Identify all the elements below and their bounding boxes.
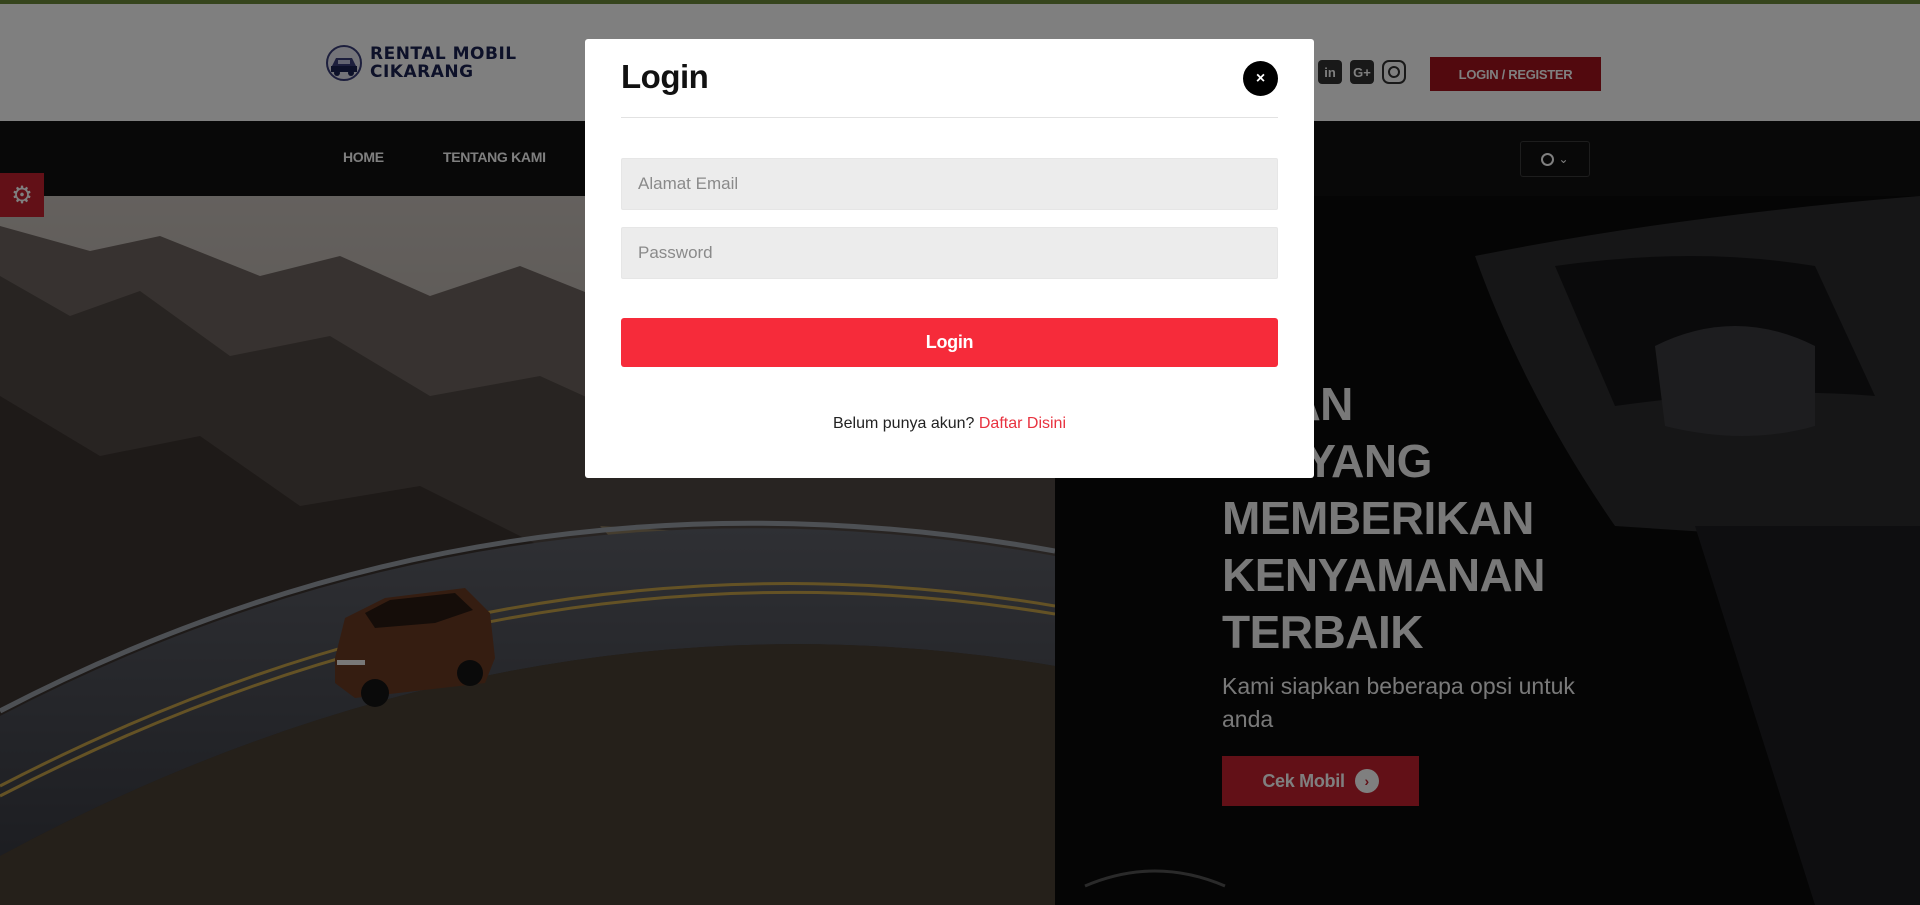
signup-link[interactable]: Daftar Disini <box>979 415 1066 432</box>
login-submit-button[interactable]: Login <box>621 318 1278 367</box>
close-icon[interactable]: × <box>1243 61 1278 96</box>
signup-prompt: Belum punya akun? Daftar Disini <box>585 415 1314 433</box>
signup-prompt-text: Belum punya akun? <box>832 415 975 432</box>
email-field[interactable] <box>621 158 1278 210</box>
password-field[interactable] <box>621 227 1278 279</box>
modal-title: Login <box>621 58 709 95</box>
login-modal: Login × Login Belum punya akun? Daftar D… <box>585 39 1314 478</box>
modal-divider <box>621 117 1278 118</box>
